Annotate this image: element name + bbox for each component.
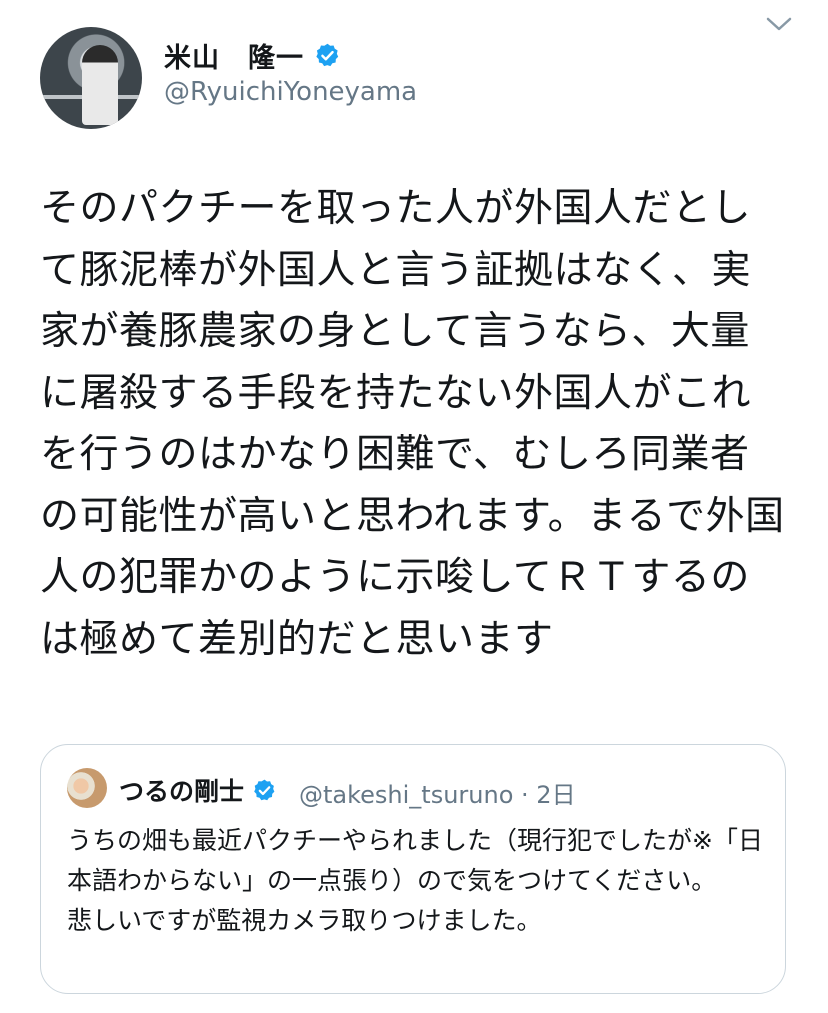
verified-badge-icon (316, 43, 339, 67)
author-name[interactable]: 米山 隆一 (164, 36, 304, 75)
quoted-author-name[interactable]: つるの剛士 (119, 772, 244, 808)
verified-badge-icon (254, 779, 275, 800)
quoted-timestamp[interactable]: 2日 (536, 781, 575, 809)
quoted-tweet-text: うちの畑も最近パクチーやられました（現行犯でしたが※「日本語わからない」の一点張… (67, 826, 763, 935)
quoted-meta: @takeshi_tsuruno · 2日 (299, 775, 576, 810)
author-avatar[interactable] (40, 27, 142, 129)
meta-separator: · (513, 781, 537, 809)
tweet-text: そのパクチーを取った人が外国人だとして豚泥棒が外国人と言う証拠はなく、実家が養豚… (40, 186, 785, 662)
quoted-author-handle[interactable]: @takeshi_tsuruno (299, 781, 513, 809)
author-handle[interactable]: @RyuichiYoneyama (164, 77, 417, 107)
chevron-down-icon[interactable] (764, 12, 794, 36)
quoted-tweet-card[interactable]: つるの剛士 @takeshi_tsuruno · 2日 うちの畑も最近パクチーや… (40, 744, 786, 994)
quoted-author-name-row[interactable]: つるの剛士 (119, 772, 277, 808)
quoted-author-avatar[interactable] (67, 768, 107, 808)
author-name-row[interactable]: 米山 隆一 (164, 36, 341, 75)
